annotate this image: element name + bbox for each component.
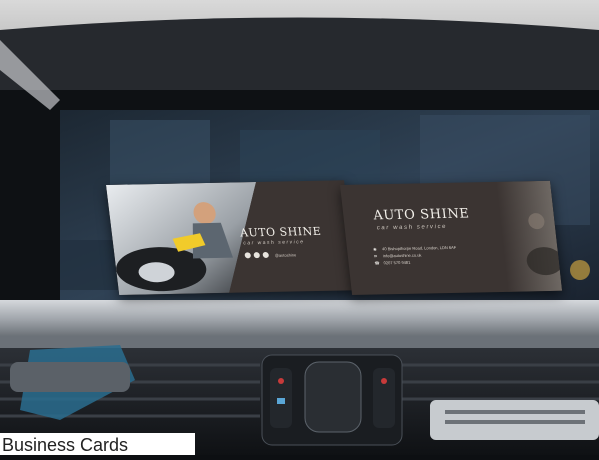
- photo-scene: AUTO SHINE car wash service @autoshine A…: [0, 0, 599, 455]
- brand-tagline: car wash service: [242, 239, 305, 247]
- phone-icon: ☎: [374, 260, 380, 266]
- social-handle: @autoshine: [274, 251, 297, 258]
- brand-name: AUTO SHINE: [372, 206, 471, 224]
- instagram-icon: [262, 251, 270, 259]
- email-text: info@autoshine.co.uk: [382, 252, 422, 259]
- phone-row: ☎ 0207 570 9481: [374, 258, 458, 267]
- business-card-front: AUTO SHINE car wash service @autoshine: [106, 180, 358, 295]
- twitter-icon: [253, 252, 261, 259]
- social-links: @autoshine: [244, 251, 297, 259]
- facebook-icon: [244, 252, 252, 259]
- contact-details: ◉ 40 Bishopthorpe Road, London, LDN 6AF ✉…: [373, 244, 458, 267]
- business-card-back: AUTO SHINE car wash service ◉ 40 Bishopth…: [340, 180, 563, 295]
- brand-tagline: car wash service: [376, 223, 448, 232]
- brand-name: AUTO SHINE: [239, 224, 323, 240]
- phone-text: 0207 570 9481: [383, 259, 411, 266]
- address-text: 40 Bishopthorpe Road, London, LDN 6AF: [381, 244, 457, 252]
- image-caption: Business Cards: [0, 433, 195, 455]
